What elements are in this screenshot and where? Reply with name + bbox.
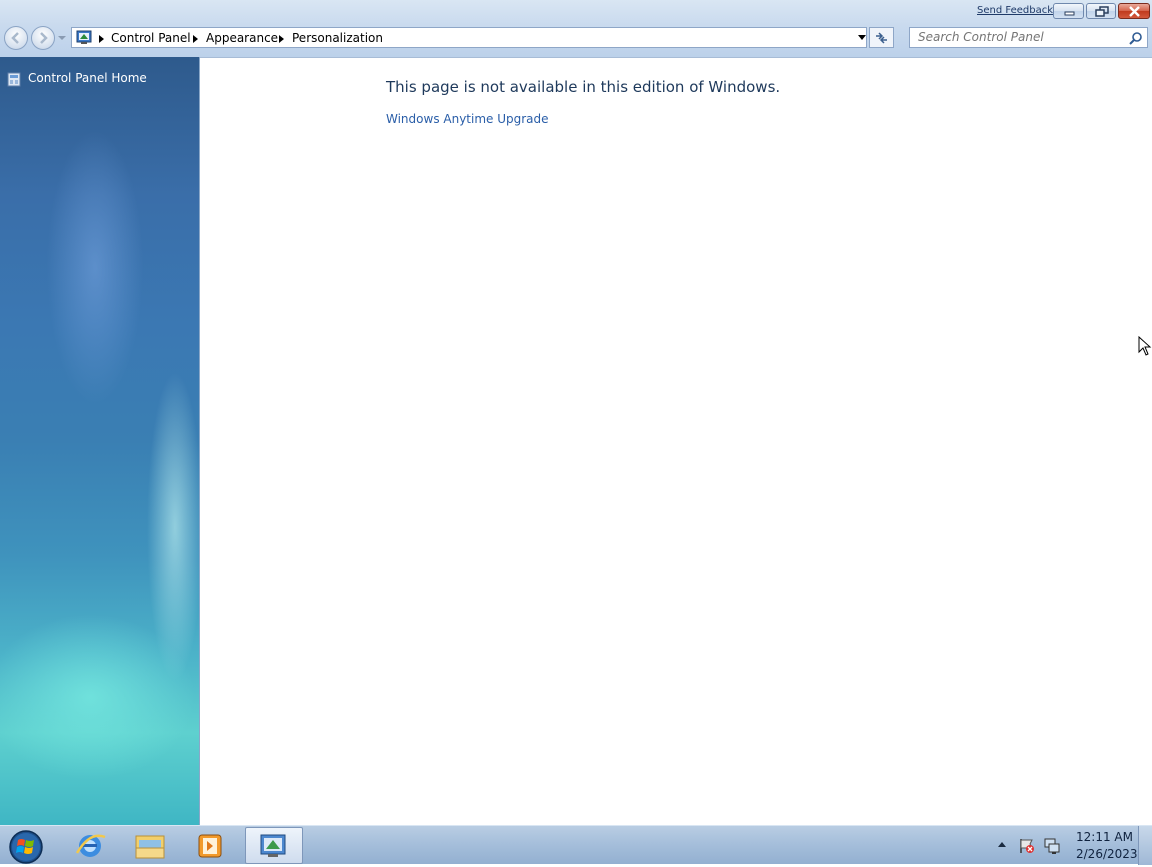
- taskbar-windows-explorer[interactable]: [121, 827, 179, 864]
- minimize-icon: [1064, 11, 1075, 16]
- action-center-flag-icon[interactable]: [1018, 837, 1036, 855]
- control-panel-home-icon: [7, 72, 21, 87]
- close-button[interactable]: [1118, 3, 1150, 19]
- search-box[interactable]: [909, 27, 1148, 48]
- breadcrumb-separator-icon[interactable]: [99, 35, 104, 43]
- control-panel-home-link[interactable]: Control Panel Home: [28, 71, 147, 85]
- taskbar: 12:11 AM 2/26/2023: [0, 825, 1152, 865]
- media-player-icon: [198, 834, 222, 858]
- restore-button[interactable]: [1086, 3, 1116, 19]
- breadcrumb-appearance[interactable]: Appearance: [206, 31, 278, 45]
- recent-pages-dropdown-icon[interactable]: [58, 34, 66, 42]
- mouse-cursor-icon: [1138, 336, 1152, 356]
- forward-arrow-icon: [40, 32, 48, 44]
- window-toolbar: Send Feedback Control Panel Appearance P: [0, 0, 1152, 58]
- taskbar-internet-explorer[interactable]: [61, 827, 119, 864]
- page-message: This page is not available in this editi…: [386, 78, 781, 96]
- start-button[interactable]: [5, 828, 45, 864]
- show-hidden-icons-icon[interactable]: [998, 842, 1006, 847]
- back-arrow-icon: [11, 32, 19, 44]
- breadcrumb-separator-icon[interactable]: [279, 35, 284, 43]
- control-panel-icon: [260, 834, 286, 857]
- internet-explorer-icon: [75, 834, 106, 857]
- clock-time[interactable]: 12:11 AM: [1076, 830, 1133, 844]
- back-button[interactable]: [4, 26, 28, 50]
- restore-icon: [1095, 6, 1109, 17]
- left-navigation-pane: Control Panel Home: [0, 57, 200, 825]
- breadcrumb-separator-icon[interactable]: [193, 35, 198, 43]
- search-icon[interactable]: [1129, 31, 1143, 45]
- forward-button[interactable]: [31, 26, 55, 50]
- control-panel-icon: [76, 30, 92, 44]
- refresh-button[interactable]: [869, 27, 894, 48]
- address-dropdown-icon[interactable]: [855, 29, 870, 46]
- windows-anytime-upgrade-link[interactable]: Windows Anytime Upgrade: [386, 112, 549, 126]
- address-bar[interactable]: Control Panel Appearance Personalization: [71, 27, 867, 48]
- windows-explorer-icon: [135, 835, 165, 859]
- refresh-icon: [876, 32, 887, 44]
- search-input[interactable]: [918, 30, 1118, 44]
- close-icon: [1129, 6, 1140, 17]
- breadcrumb-personalization[interactable]: Personalization: [292, 31, 383, 45]
- clock-date[interactable]: 2/26/2023: [1076, 847, 1138, 861]
- taskbar-media-player[interactable]: [181, 827, 239, 864]
- taskbar-control-panel[interactable]: [245, 827, 303, 864]
- network-icon[interactable]: [1043, 837, 1061, 855]
- breadcrumb-control-panel[interactable]: Control Panel: [111, 31, 191, 45]
- send-feedback-link[interactable]: Send Feedback: [977, 5, 1053, 16]
- show-desktop-button[interactable]: [1138, 826, 1152, 865]
- minimize-button[interactable]: [1053, 3, 1084, 19]
